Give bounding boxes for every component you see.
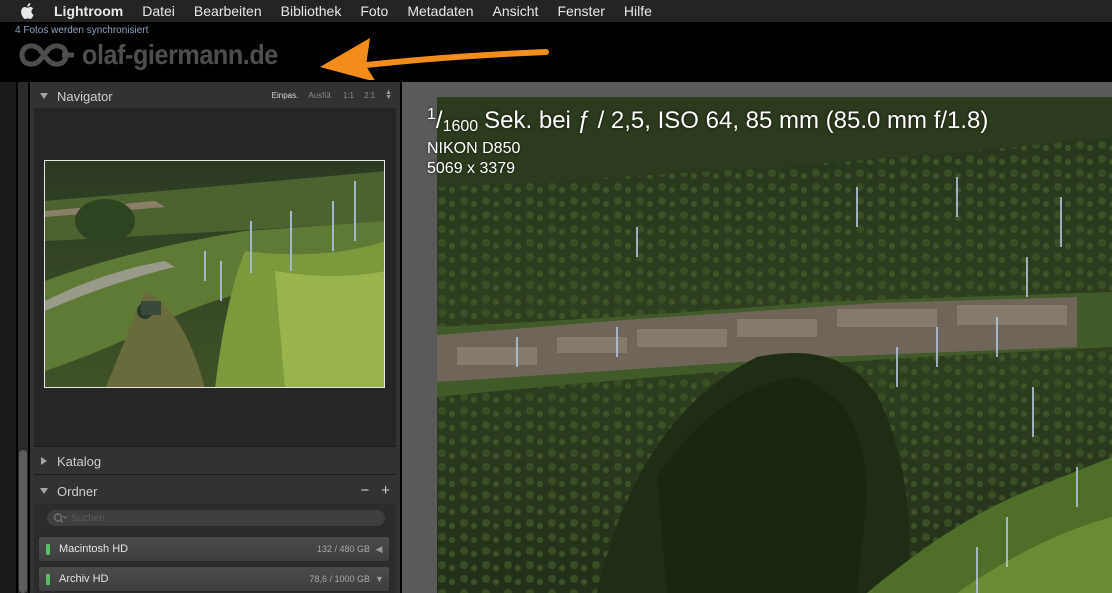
volume-row[interactable]: Archiv HD 78,6 / 1000 GB ▼ <box>38 566 390 592</box>
ordner-title: Ordner <box>57 483 98 499</box>
left-edge <box>0 82 16 593</box>
menu-bearbeiten[interactable]: Bearbeiten <box>194 3 262 19</box>
menu-ansicht[interactable]: Ansicht <box>493 3 539 19</box>
camera-model: NIKON D850 <box>427 140 521 157</box>
remove-folder-button[interactable]: − <box>360 482 369 499</box>
panel-scrollbar-thumb[interactable] <box>19 450 27 593</box>
katalog-header[interactable]: Katalog <box>34 448 396 474</box>
menu-bibliothek[interactable]: Bibliothek <box>281 3 342 19</box>
folder-search-input[interactable] <box>71 512 371 524</box>
volume-name: Archiv HD <box>59 573 109 585</box>
menu-bar: Lightroom Datei Bearbeiten Bibliothek Fo… <box>0 0 1112 22</box>
sync-status-text[interactable]: 4 Fotos werden synchronisiert <box>15 25 148 36</box>
menu-fenster[interactable]: Fenster <box>557 3 604 19</box>
left-panel: Navigator Einpas. Ausfül. 1:1 2:1 ▲ ▼ Ka… <box>30 82 400 593</box>
menu-datei[interactable]: Datei <box>142 3 175 19</box>
menu-metadaten[interactable]: Metadaten <box>407 3 473 19</box>
zoom-fill-option[interactable]: Ausfül. <box>308 91 332 100</box>
volume-status-led <box>46 543 50 555</box>
navigator-preview-image <box>45 161 384 387</box>
zoom-2to1-option[interactable]: 2:1 <box>364 91 375 100</box>
menu-foto[interactable]: Foto <box>360 3 388 19</box>
katalog-title: Katalog <box>57 453 102 469</box>
image-dimensions: 5069 x 3379 <box>427 160 516 177</box>
volume-name: Macintosh HD <box>59 543 129 555</box>
volume-expand-icon[interactable]: ◀ <box>375 544 383 555</box>
zoom-1to1-option[interactable]: 1:1 <box>343 91 354 100</box>
shutter-fraction: 1/1600 <box>427 106 479 135</box>
menu-app-name[interactable]: Lightroom <box>54 3 123 19</box>
logo: olaf-giermann.de <box>18 38 300 72</box>
exif-details: Sek. bei ƒ / 2,5, ISO 64, 85 mm (85.0 mm… <box>484 107 989 134</box>
navigator-title: Navigator <box>57 88 113 104</box>
zoom-options: Einpas. Ausfül. 1:1 2:1 ▲ ▼ <box>272 89 392 101</box>
expand-triangle-icon[interactable] <box>41 457 47 465</box>
menu-hilfe[interactable]: Hilfe <box>624 3 652 19</box>
volume-status-led <box>46 573 50 585</box>
exif-line: 1/1600 Sek. bei ƒ / 2,5, ISO 64, 85 mm (… <box>427 106 988 136</box>
identity-plate: 4 Fotos werden synchronisiert olaf-gierm… <box>0 22 1112 82</box>
panel-divider <box>34 446 396 447</box>
logo-text: olaf-giermann.de <box>82 39 278 70</box>
orange-arrow-icon <box>320 38 549 80</box>
folder-search-field[interactable] <box>46 509 386 527</box>
ordner-header[interactable]: Ordner − + <box>34 478 396 504</box>
navigator-body <box>34 108 396 446</box>
volume-row[interactable]: Macintosh HD 132 / 480 GB ◀ <box>38 536 390 562</box>
infinity-logo-icon <box>19 43 74 67</box>
navigator-header[interactable]: Navigator Einpas. Ausfül. 1:1 2:1 ▲ ▼ <box>34 83 396 109</box>
ordner-body: Macintosh HD 132 / 480 GB ◀ Archiv HD 78… <box>34 504 396 593</box>
apple-icon[interactable] <box>20 3 34 19</box>
photo-info-overlay: 1/1600 Sek. bei ƒ / 2,5, ISO 64, 85 mm (… <box>427 106 988 178</box>
navigator-preview[interactable] <box>44 160 385 388</box>
panel-divider <box>34 474 396 475</box>
collapse-triangle-icon[interactable] <box>40 93 48 99</box>
search-icon <box>53 513 67 523</box>
volume-size: 132 / 480 GB <box>316 544 370 554</box>
volume-size: 78,6 / 1000 GB <box>309 574 370 584</box>
volume-expand-icon[interactable]: ▼ <box>375 574 384 584</box>
ordner-tools: − + <box>360 482 390 499</box>
zoom-stepper-icon[interactable]: ▲ ▼ <box>385 89 392 101</box>
add-folder-button[interactable]: + <box>381 482 390 499</box>
zoom-fit-option[interactable]: Einpas. <box>272 91 299 100</box>
collapse-triangle-icon[interactable] <box>40 488 48 494</box>
